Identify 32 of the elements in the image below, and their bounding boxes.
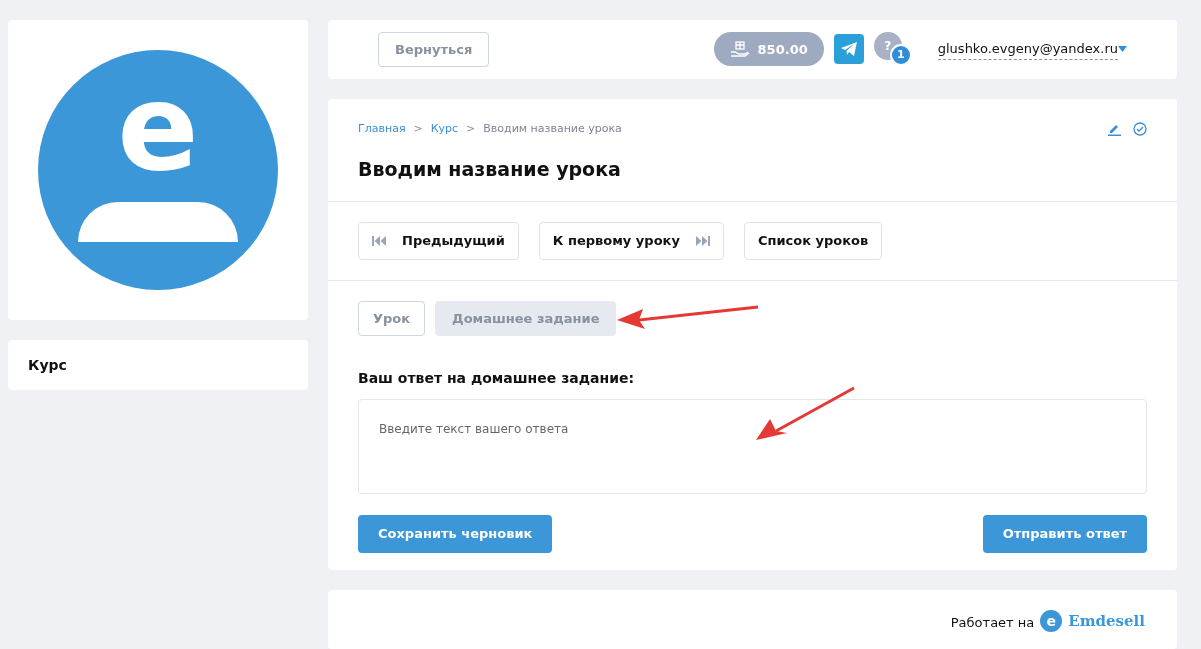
submit-button[interactable]: Отправить ответ: [982, 514, 1147, 553]
answer-label: Ваш ответ на домашнее задание:: [358, 368, 636, 388]
back-button[interactable]: Вернуться: [378, 31, 490, 67]
sidebar-item[interactable]: Курс: [8, 340, 308, 390]
caret-icon: [1118, 46, 1127, 53]
breadcrumb-current: Вводим название урока: [483, 120, 622, 137]
breadcrumb-link[interactable]: Главная: [358, 120, 406, 138]
avatar-letter: e: [117, 68, 199, 188]
gift-hand-icon: [729, 39, 750, 60]
help-count-badge: 1: [889, 44, 912, 67]
balance-pill[interactable]: 850.00: [713, 32, 824, 67]
tab[interactable]: Урок: [358, 300, 426, 336]
tab[interactable]: Домашнее задание: [435, 300, 617, 336]
user-email[interactable]: glushko.evgeny@yandex.ru: [937, 39, 1118, 60]
logo-text: Emdesell: [1068, 610, 1145, 632]
telegram-button[interactable]: [833, 34, 864, 65]
logo-badge: e: [1040, 609, 1063, 632]
lesson-list-button[interactable]: Список уроков: [743, 221, 883, 260]
breadcrumb-separator: >: [466, 120, 476, 137]
skip-back-icon: [372, 234, 386, 247]
paper-plane-icon: [840, 42, 857, 57]
answer-field[interactable]: Введите текст вашего ответа: [358, 398, 1147, 494]
pencil-icon[interactable]: [1107, 122, 1121, 136]
first-lesson-button[interactable]: К первому уроку: [538, 221, 724, 260]
previous-button[interactable]: Предыдущий: [358, 221, 519, 260]
breadcrumb-link[interactable]: Курс: [430, 120, 459, 138]
breadcrumb-separator: >: [413, 120, 423, 137]
check-circle-icon[interactable]: [1133, 122, 1147, 136]
lesson-title: Вводим название урока: [358, 157, 622, 183]
save-draft-button[interactable]: Сохранить черновик: [358, 514, 553, 553]
powered-by-text: Работает на: [950, 613, 1035, 632]
skip-forward-icon: [695, 234, 710, 247]
